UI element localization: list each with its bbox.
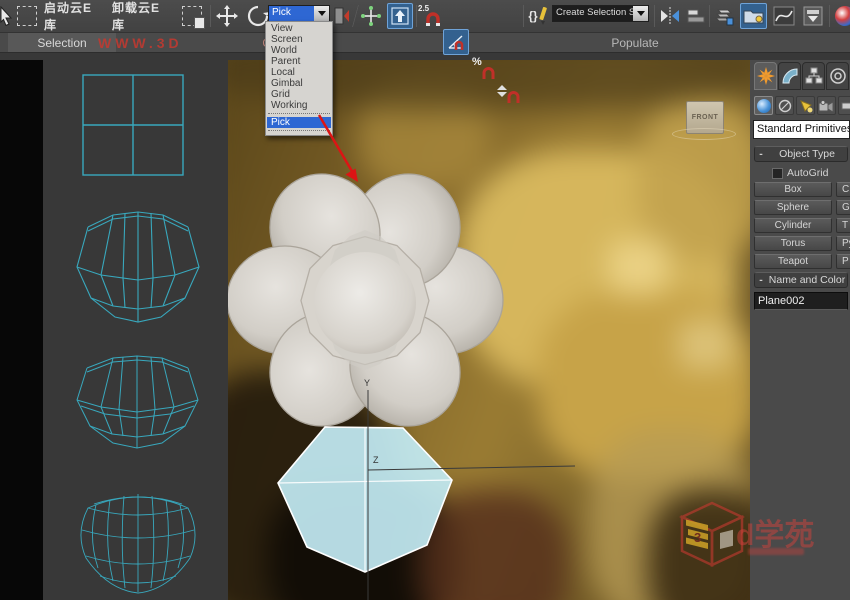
modify-arc-icon — [781, 67, 799, 85]
pyramid-button-partial[interactable]: Py — [836, 236, 850, 251]
torus-button[interactable]: Torus — [754, 236, 832, 251]
sphere-button[interactable]: Sphere — [754, 200, 832, 215]
thumbnail-smooth-pot[interactable] — [68, 478, 208, 600]
named-selection-set-value: Create Selection Se — [553, 6, 633, 21]
rect-selection-region-icon[interactable] — [14, 3, 40, 29]
menu-item-parent[interactable]: Parent — [267, 56, 331, 67]
command-panel: Standard Primitives - Object Type AutoGr… — [750, 60, 850, 600]
thumbnail-plane-grid[interactable] — [78, 70, 188, 180]
hierarchy-icon — [805, 67, 823, 85]
plane002-object[interactable] — [278, 427, 452, 572]
named-selection-set-combo[interactable]: Create Selection Se — [552, 5, 649, 22]
tab-hierarchy[interactable] — [802, 62, 825, 90]
launch-cloud-library-button[interactable]: 启动云E库 — [44, 3, 104, 29]
light-icon — [799, 99, 813, 113]
geosphere-button-partial[interactable]: Geo — [836, 200, 850, 215]
ribbon-lower-band — [0, 52, 850, 60]
axis-y-label: Y — [364, 378, 370, 388]
ribbon-tab-bar: Selection Object Paint Populate WWW.3D — [0, 33, 850, 52]
select-and-manipulate-icon[interactable] — [359, 3, 383, 29]
autogrid-row: AutoGrid — [772, 166, 828, 180]
coord-system-value: Pick — [269, 6, 314, 21]
toolbar-separator — [352, 5, 359, 27]
primitive-category-dropdown[interactable]: Standard Primitives — [753, 120, 850, 139]
align-icon[interactable] — [685, 3, 707, 29]
clone-icon[interactable] — [178, 3, 206, 29]
menu-item-local[interactable]: Local — [267, 67, 331, 78]
create-sunburst-icon — [757, 67, 775, 85]
3dsmax-window: 启动云E库 卸载云E库 Pick 2.5 — [0, 0, 850, 600]
tab-motion[interactable] — [826, 62, 849, 90]
subtab-helpers[interactable] — [838, 96, 850, 115]
keyboard-override-toggle-icon[interactable] — [387, 3, 413, 29]
toolbar-separator — [829, 5, 830, 27]
annotation-arrow — [300, 100, 380, 200]
material-editor-icon[interactable] — [833, 3, 850, 29]
left-dark-strip — [0, 60, 43, 600]
cone-button-partial[interactable]: C — [836, 182, 850, 197]
shapes-icon — [778, 99, 792, 113]
menu-item-view[interactable]: View — [267, 23, 331, 34]
plane-button-partial[interactable]: P — [836, 254, 850, 269]
subtab-geometry[interactable] — [754, 96, 773, 115]
object-name-field[interactable]: Plane002 — [754, 292, 848, 310]
thumbnail-midpoly-bowl[interactable] — [65, 348, 210, 466]
toolbar-separator — [654, 5, 655, 27]
cylinder-button[interactable]: Cylinder — [754, 218, 832, 233]
box-button[interactable]: Box — [754, 182, 832, 197]
mirror-icon[interactable] — [658, 3, 682, 29]
edit-named-selection-sets-icon[interactable]: {} — [526, 3, 550, 29]
menu-item-gimbal[interactable]: Gimbal — [267, 78, 331, 89]
object-type-rollout-header[interactable]: - Object Type — [754, 146, 848, 162]
ribbon-tab-populate[interactable]: Populate — [580, 33, 690, 52]
angle-snap-toggle-icon[interactable] — [443, 29, 469, 55]
teapot-button[interactable]: Teapot — [754, 254, 832, 269]
combo-arrow-button[interactable] — [314, 6, 329, 21]
scene-explorer-icon[interactable] — [740, 3, 767, 29]
wireframe-thumbnail-sidebar — [43, 60, 228, 600]
thumbnail-lowpoly-bowl[interactable] — [63, 195, 213, 345]
main-toolbar: 启动云E库 卸载云E库 Pick 2.5 — [0, 0, 850, 33]
toolbar-separator — [523, 5, 524, 27]
menu-item-world[interactable]: World — [267, 45, 331, 56]
toolbar-separator — [416, 5, 417, 27]
tab-modify[interactable] — [778, 62, 801, 90]
subtab-shapes[interactable] — [775, 96, 794, 115]
tab-create[interactable] — [754, 62, 777, 90]
toolbar-separator — [210, 5, 211, 27]
viewcube-compass-ring[interactable] — [672, 128, 736, 140]
combo-arrow-button[interactable] — [633, 6, 648, 21]
menu-item-grid[interactable]: Grid — [267, 89, 331, 100]
select-and-move-icon[interactable] — [214, 3, 240, 29]
subtab-lights[interactable] — [796, 96, 815, 115]
snap-toggle-2_5-icon[interactable]: 2.5 — [418, 3, 442, 29]
select-object-icon[interactable] — [0, 3, 14, 29]
use-center-icon[interactable] — [332, 3, 352, 29]
layer-manager-icon[interactable] — [712, 3, 736, 29]
ribbon-watermark-text: WWW.3D — [98, 35, 183, 51]
spinner-snap-toggle-icon[interactable] — [497, 81, 521, 107]
camera-icon — [819, 100, 834, 112]
motion-wheel-icon — [829, 67, 847, 85]
autogrid-checkbox[interactable] — [772, 168, 783, 179]
subtab-cameras[interactable] — [817, 96, 836, 115]
name-color-rollout-header[interactable]: - Name and Color — [754, 272, 848, 288]
helpers-icon — [841, 99, 850, 113]
reference-coordinate-system-combo[interactable]: Pick — [268, 5, 330, 22]
geometry-sphere-icon — [757, 99, 771, 113]
curve-editor-icon[interactable] — [771, 3, 797, 29]
menu-item-screen[interactable]: Screen — [267, 34, 331, 45]
percent-snap-toggle-icon[interactable]: % — [472, 55, 496, 81]
axis-z-label: Z — [373, 455, 379, 465]
toolbar-separator — [709, 5, 710, 27]
unload-cloud-library-button[interactable]: 卸载云E库 — [112, 3, 172, 29]
tube-button-partial[interactable]: T — [836, 218, 850, 233]
schematic-view-icon[interactable] — [801, 3, 825, 29]
